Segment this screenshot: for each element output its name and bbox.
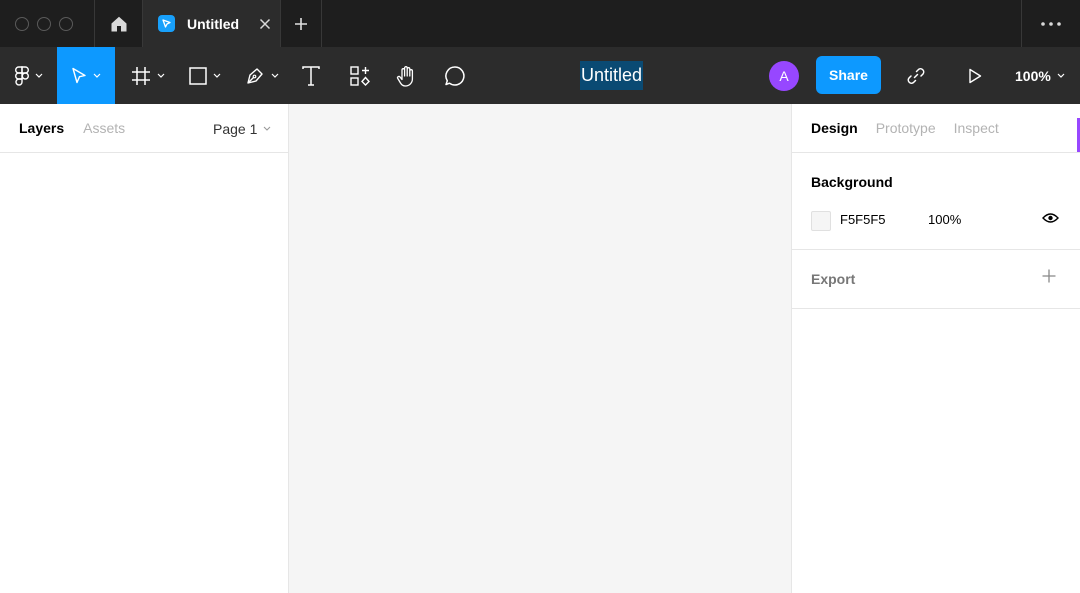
tab-inspect[interactable]: Inspect	[954, 120, 999, 136]
more-options-button[interactable]	[1021, 0, 1080, 47]
frame-icon	[132, 66, 150, 85]
new-tab-button[interactable]	[280, 0, 322, 47]
background-section: Background F5F5F5 100%	[792, 153, 1080, 250]
pen-icon	[247, 67, 263, 84]
frame-tool-button[interactable]	[124, 47, 172, 104]
present-button[interactable]	[958, 47, 992, 104]
home-icon	[111, 16, 126, 31]
plus-icon	[1042, 269, 1056, 283]
toolbar: Untitled	[0, 47, 1080, 104]
tab-layers[interactable]: Layers	[19, 120, 64, 136]
figma-logo-icon	[15, 65, 29, 86]
cursor-arrow-icon	[72, 67, 86, 83]
chevron-down-icon	[93, 73, 101, 78]
text-tool-button[interactable]	[292, 47, 330, 104]
hand-tool-button[interactable]	[388, 47, 426, 104]
file-tab[interactable]: Untitled	[143, 0, 280, 47]
zoom-dropdown[interactable]: 100%	[1005, 47, 1075, 104]
chevron-down-icon	[271, 73, 279, 78]
design-file-icon	[158, 15, 175, 32]
page-name: Page 1	[213, 120, 258, 137]
comment-tool-button[interactable]	[436, 47, 474, 104]
comment-icon	[445, 65, 465, 86]
properties-panel-header: Design Prototype Inspect	[792, 104, 1080, 153]
chevron-down-icon	[213, 73, 221, 78]
components-icon	[350, 65, 370, 86]
tab-design[interactable]: Design	[811, 120, 858, 136]
background-title: Background	[811, 174, 893, 190]
visibility-toggle[interactable]	[1042, 211, 1059, 229]
close-icon	[260, 18, 271, 29]
document-title-input[interactable]: Untitled	[580, 61, 644, 90]
text-icon	[302, 65, 320, 86]
title-bar: Untitled	[0, 0, 1080, 47]
chevron-down-icon	[1057, 73, 1065, 78]
tab-prototype[interactable]: Prototype	[876, 120, 936, 136]
properties-panel: Design Prototype Inspect Background F5F5…	[791, 104, 1080, 593]
page-selector[interactable]: Page 1	[213, 104, 271, 153]
export-title: Export	[811, 271, 856, 287]
close-window-button[interactable]	[15, 16, 29, 31]
background-color-swatch[interactable]	[811, 211, 831, 231]
copy-link-button[interactable]	[898, 47, 934, 104]
ellipsis-icon	[1041, 21, 1061, 26]
minimize-window-button[interactable]	[37, 16, 51, 31]
link-icon	[907, 67, 925, 84]
plus-icon	[295, 17, 307, 30]
chevron-down-icon	[263, 126, 271, 131]
hand-icon	[396, 65, 414, 87]
export-section: Export	[792, 250, 1080, 309]
tab-label: Untitled	[187, 15, 240, 32]
resources-button[interactable]	[340, 47, 380, 104]
chevron-down-icon	[157, 73, 165, 78]
main-menu-button[interactable]	[5, 47, 53, 104]
maximize-window-button[interactable]	[59, 16, 73, 31]
share-button[interactable]: Share	[816, 56, 881, 94]
tab-assets[interactable]: Assets	[83, 120, 125, 136]
add-export-button[interactable]	[1042, 269, 1056, 288]
rectangle-icon	[189, 66, 207, 85]
rectangle-tool-button[interactable]	[182, 47, 228, 104]
window-controls	[0, 0, 95, 47]
chevron-down-icon	[35, 73, 43, 78]
background-hex-input[interactable]: F5F5F5	[840, 212, 886, 227]
layers-panel-header: Layers Assets Page 1	[0, 104, 288, 153]
eye-icon	[1042, 213, 1059, 223]
close-tab-button[interactable]	[259, 18, 271, 30]
canvas[interactable]	[289, 104, 791, 593]
user-avatar[interactable]: A	[769, 61, 799, 91]
background-opacity-input[interactable]: 100%	[928, 212, 961, 227]
zoom-level: 100%	[1015, 67, 1051, 84]
home-button[interactable]	[95, 0, 143, 47]
pen-tool-button[interactable]	[238, 47, 286, 104]
layers-panel: Layers Assets Page 1	[0, 104, 289, 593]
move-tool-button[interactable]	[57, 47, 115, 104]
play-icon	[969, 68, 982, 83]
